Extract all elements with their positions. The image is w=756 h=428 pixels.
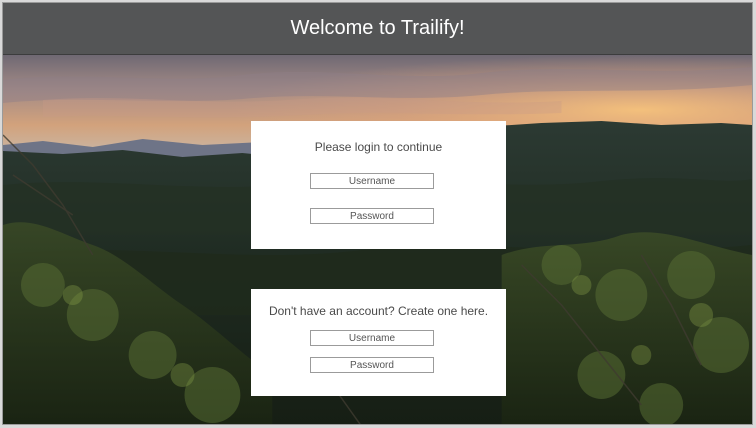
signup-username-input[interactable] (310, 330, 434, 346)
signup-prompt: Don't have an account? Create one here. (268, 304, 489, 318)
login-username-input[interactable] (310, 173, 434, 189)
login-panel: Please login to continue (251, 121, 506, 249)
signup-panel: Don't have an account? Create one here. (251, 289, 506, 396)
app-header: Welcome to Trailify! (3, 3, 752, 55)
login-password-input[interactable] (310, 208, 434, 224)
signup-password-input[interactable] (310, 357, 434, 373)
app-window: Welcome to Trailify! Please login to con… (2, 2, 753, 425)
login-prompt: Please login to continue (314, 140, 443, 154)
header-title: Welcome to Trailify! (290, 17, 465, 39)
